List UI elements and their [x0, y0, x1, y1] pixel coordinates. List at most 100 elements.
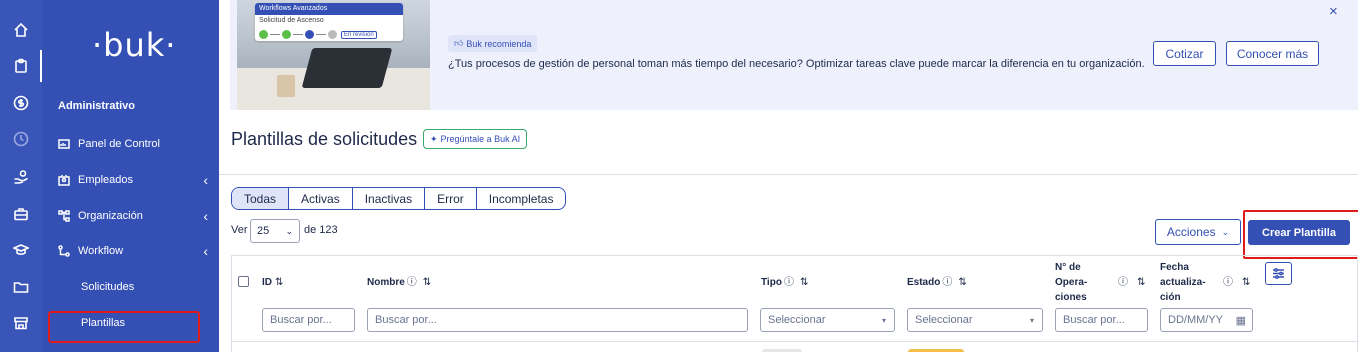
sort-icon: ⇅ [799, 277, 809, 288]
section-title: Administrativo [58, 100, 136, 112]
help-icon: ⓘ [406, 277, 417, 288]
sidebar-item-panel-control[interactable]: Panel de Control [58, 134, 208, 154]
tipo-filter-select[interactable]: Seleccionar ▾ [760, 308, 895, 332]
help-icon: ⓘ [1118, 277, 1128, 288]
chevron-left-icon: ‹ [203, 243, 208, 259]
banner-image: Workflows Avanzados Solicitud de Ascenso… [237, 0, 430, 110]
tab-inactivas[interactable]: Inactivas [353, 188, 426, 209]
employees-icon [58, 175, 70, 186]
column-settings-button[interactable] [1265, 262, 1292, 285]
cotizar-button[interactable]: Cotizar [1153, 41, 1216, 66]
tab-todas[interactable]: Todas [232, 188, 290, 209]
dashboard-icon [58, 139, 70, 149]
sort-icon: ⇅ [422, 277, 432, 288]
sliders-icon [1273, 268, 1284, 279]
caret-down-icon: ▾ [881, 315, 886, 325]
divider [219, 174, 1358, 175]
workflow-icon [58, 245, 70, 257]
chevron-left-icon: ‹ [203, 172, 208, 188]
tab-error[interactable]: Error [425, 188, 477, 209]
folder-icon[interactable] [11, 277, 31, 297]
sidebar-item-empleados[interactable]: Empleados ‹ [58, 170, 208, 190]
help-icon: ⓘ [1223, 277, 1233, 288]
acciones-button[interactable]: Acciones ⌄ [1155, 219, 1241, 245]
banner-text: ¿Tus procesos de gestión de personal tom… [448, 58, 1145, 70]
step-done-icon [259, 30, 268, 39]
recommend-badge: 👍︎ Buk recomienda [448, 35, 538, 52]
workflow-card-title: Workflows Avanzados [255, 3, 403, 15]
ask-buk-ai-button[interactable]: ✦ Pregúntale a Buk AI [423, 129, 528, 149]
close-icon[interactable]: × [1329, 3, 1338, 20]
sidebar-item-label: Empleados [78, 174, 134, 186]
header-operaciones-line1: N° de [1055, 262, 1081, 273]
step-line [270, 34, 280, 35]
sort-icon: ⇅ [275, 277, 284, 288]
id-filter-input[interactable]: Buscar por... [262, 308, 355, 332]
estado-filter-select[interactable]: Seleccionar ▾ [907, 308, 1043, 332]
cup-shape [277, 75, 295, 97]
sidebar-item-label: Organización [78, 210, 143, 222]
briefcase-icon[interactable] [11, 204, 31, 224]
sort-icon: ⇅ [1137, 277, 1146, 288]
sparkle-icon: ✦ [430, 133, 438, 144]
calendar-icon: ▦ [1235, 314, 1246, 327]
header-id[interactable]: ID ⇅ [262, 275, 283, 290]
tab-incompletas[interactable]: Incompletas [477, 188, 566, 209]
graduation-cap-icon[interactable] [11, 240, 31, 260]
tab-activas[interactable]: Activas [289, 188, 353, 209]
header-nombre[interactable]: Nombre ⓘ ⇅ [367, 275, 431, 290]
operaciones-filter-input[interactable]: Buscar por... [1055, 308, 1148, 332]
header-estado-label: Estado [907, 277, 941, 288]
header-fecha-line1: Fecha [1160, 262, 1189, 273]
header-operaciones-line3: ciones [1055, 292, 1087, 303]
ver-label: Ver [231, 224, 248, 236]
header-tipo[interactable]: Tipo ⓘ ⇅ [761, 275, 808, 290]
fecha-filter-value: DD/MM/YY [1168, 314, 1223, 326]
step-done-icon [282, 30, 291, 39]
recommend-badge-label: Buk recomienda [466, 38, 532, 49]
header-fecha[interactable]: Fecha actualiza- ⓘ ⇅ ción [1160, 260, 1255, 305]
workflow-steps: En revisión [259, 30, 377, 39]
step-line [316, 34, 326, 35]
clipboard-icon[interactable] [0, 50, 42, 82]
header-fecha-line2: actualiza- [1160, 277, 1206, 288]
highlight-box-crear [1243, 210, 1358, 259]
header-nombre-label: Nombre [367, 277, 405, 288]
conocer-mas-button[interactable]: Conocer más [1226, 41, 1319, 66]
header-operaciones-line2: Opera- [1055, 277, 1088, 288]
header-id-label: ID [262, 277, 272, 288]
org-chart-icon [58, 210, 70, 222]
fecha-filter-input[interactable]: DD/MM/YY ▦ [1160, 308, 1253, 332]
header-estado[interactable]: Estado ⓘ ⇅ [907, 275, 967, 290]
clock-icon[interactable] [11, 129, 31, 149]
header-fecha-line3: ción [1160, 292, 1181, 303]
buk-logo: ·buk· [92, 26, 177, 64]
step-current-icon [305, 30, 314, 39]
promo-banner: Workflows Avanzados Solicitud de Ascenso… [230, 0, 1358, 110]
home-icon[interactable] [11, 20, 31, 40]
store-icon[interactable] [11, 313, 31, 333]
sidebar-item-label: Workflow [78, 245, 124, 257]
per-page-value: 25 [257, 225, 270, 237]
ask-buk-ai-label: Pregúntale a Buk AI [440, 134, 521, 144]
select-all-checkbox[interactable] [238, 276, 249, 287]
table-row-divider [231, 341, 1358, 342]
workflow-card-tag: En revisión [341, 30, 377, 39]
nombre-filter-input[interactable]: Buscar por... [367, 308, 748, 332]
per-page-select[interactable]: 25 ⌄ [250, 219, 300, 243]
help-icon: ⓘ [783, 277, 794, 288]
dollar-icon[interactable] [11, 93, 31, 113]
total-count: de 123 [304, 224, 338, 236]
sidebar-item-organizacion[interactable]: Organización ‹ [58, 206, 208, 226]
laptop-shape [301, 48, 393, 88]
hand-coin-icon[interactable] [11, 167, 31, 187]
sort-icon: ⇅ [1242, 277, 1251, 288]
sidebar-item-workflow[interactable]: Workflow ‹ [58, 241, 208, 261]
header-tipo-label: Tipo [761, 277, 782, 288]
highlight-box-plantillas [48, 311, 200, 343]
sidebar-sub-solicitudes[interactable]: Solicitudes [81, 281, 134, 293]
sidebar-item-label: Panel de Control [78, 138, 160, 150]
header-operaciones[interactable]: N° de Opera- ⓘ ⇅ ciones [1055, 260, 1150, 305]
caret-down-icon: ▾ [1029, 315, 1034, 325]
step-line [293, 34, 303, 35]
